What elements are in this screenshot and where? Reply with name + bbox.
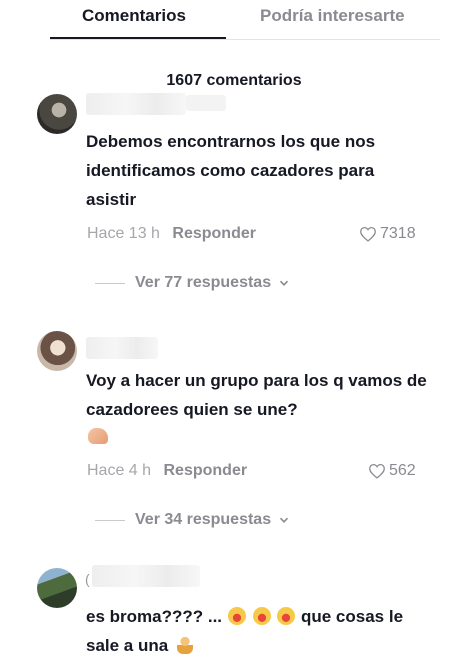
avatar[interactable] [37, 568, 77, 608]
chevron-down-icon [280, 517, 289, 523]
comment-time: Hace 4 h [87, 462, 152, 479]
comment-text: Debemos encontrarnos los que nos identif… [86, 132, 376, 209]
username-blurred-extra [186, 95, 226, 111]
view-replies-label: Ver 34 respuestas [135, 511, 272, 528]
heart-icon [369, 463, 385, 479]
comment-text-part1: es broma???? ... [86, 607, 223, 626]
like-count: 562 [389, 462, 416, 479]
comment-count: 1607 comentarios [166, 72, 302, 89]
laughing-emoji-icon [277, 607, 296, 625]
replies-divider [95, 519, 125, 521]
like-count: 7318 [380, 225, 416, 242]
comment-text: Voy a hacer un grupo para los q vamos de… [86, 371, 427, 419]
avatar[interactable] [37, 94, 77, 134]
view-replies-button[interactable]: Ver 34 respuestas [95, 511, 289, 529]
person-shrugging-emoji-icon [176, 636, 193, 654]
laughing-emoji-icon [227, 607, 246, 625]
tab-podria-interesarte[interactable]: Podría interesarte [260, 6, 405, 26]
reply-button[interactable]: Responder [172, 225, 256, 242]
comment-text: es broma???? ... que cosas le sale a una [86, 602, 426, 660]
laughing-emoji-icon [252, 607, 271, 625]
username-blurred[interactable] [86, 93, 186, 115]
chevron-down-icon [280, 280, 289, 286]
username-initial: ( [85, 571, 90, 587]
tab-bar: Comentarios Podría interesarte [0, 0, 468, 40]
view-replies-button[interactable]: Ver 77 respuestas [95, 274, 289, 292]
view-replies-label: Ver 77 respuestas [135, 274, 272, 291]
comment-meta: Hace 4 h Responder [87, 462, 247, 480]
replies-divider [95, 282, 125, 284]
flexed-biceps-emoji-icon [88, 428, 108, 444]
heart-icon [360, 226, 376, 242]
username-blurred[interactable] [92, 565, 200, 587]
comment-meta: Hace 13 h Responder [87, 225, 256, 243]
like-button[interactable]: 562 [368, 462, 416, 480]
reply-button[interactable]: Responder [164, 462, 248, 479]
tab-comentarios[interactable]: Comentarios [82, 6, 186, 26]
tab-divider [50, 39, 440, 40]
comment-time: Hace 13 h [87, 225, 160, 242]
avatar[interactable] [37, 331, 77, 371]
like-button[interactable]: 7318 [359, 225, 416, 243]
username-blurred[interactable] [86, 337, 158, 359]
